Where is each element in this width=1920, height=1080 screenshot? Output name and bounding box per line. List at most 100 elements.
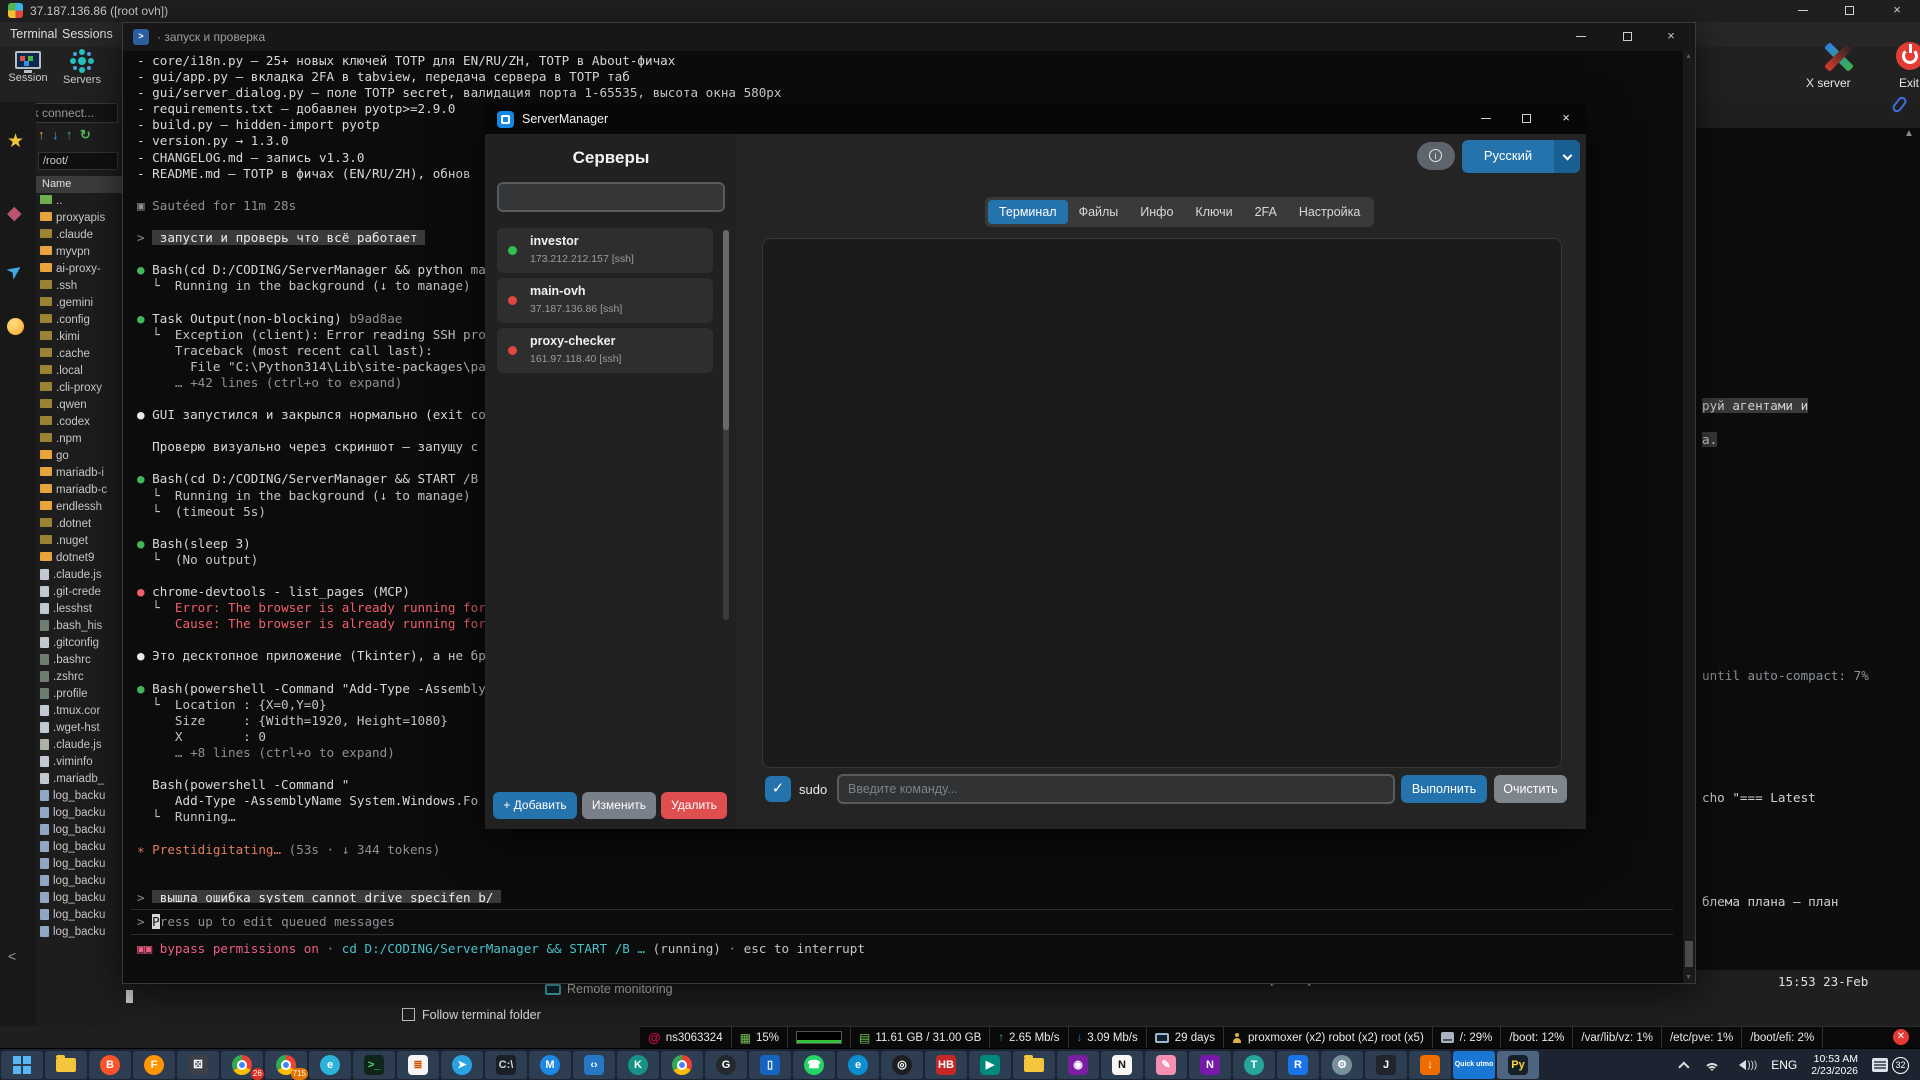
moba-restore-button[interactable]	[1832, 0, 1866, 22]
downloads-app[interactable]: ↓	[1409, 1051, 1451, 1079]
github-desktop[interactable]: G	[705, 1051, 747, 1079]
terminal-app[interactable]: >_	[353, 1051, 395, 1079]
sm-close-button[interactable]: ×	[1546, 104, 1586, 134]
file-row[interactable]: log_backu	[36, 873, 122, 890]
file-row[interactable]: .cache	[36, 346, 122, 363]
tab-терминал[interactable]: Терминал	[988, 200, 1068, 224]
wifi-icon[interactable]	[1704, 1059, 1720, 1071]
file-row[interactable]: log_backu	[36, 805, 122, 822]
python-terminal[interactable]: Py	[1497, 1051, 1539, 1079]
language-dropdown[interactable]: Русский	[1462, 140, 1580, 173]
onenote[interactable]: N	[1189, 1051, 1231, 1079]
file-row[interactable]: endlessh	[36, 499, 122, 516]
office-app[interactable]: ≣	[397, 1051, 439, 1079]
file-row[interactable]: .npm	[36, 431, 122, 448]
yellow-ball-icon[interactable]	[7, 318, 24, 341]
file-row[interactable]: .viminfo	[36, 754, 122, 771]
terminal-input-line[interactable]: > Press up to edit queued messages	[137, 914, 395, 929]
phone-link[interactable]: ▯	[749, 1051, 791, 1079]
file-row[interactable]: myvpn	[36, 244, 122, 261]
menu-sessions[interactable]: Sessions	[62, 27, 113, 41]
taskbar-clock[interactable]: 10:53 AM2/23/2026	[1811, 1053, 1858, 1077]
firefox-browser[interactable]: F	[133, 1051, 175, 1079]
file-row[interactable]: .claude.js	[36, 567, 122, 584]
terminal-close-button[interactable]: ×	[1649, 23, 1693, 51]
edge-browser[interactable]: e	[309, 1051, 351, 1079]
rider-ide[interactable]: R	[1277, 1051, 1319, 1079]
vscode[interactable]: ‹›	[573, 1051, 615, 1079]
file-row[interactable]: .wget-hst	[36, 720, 122, 737]
run-command-button[interactable]: Выполнить	[1401, 775, 1487, 803]
file-row[interactable]: .mariadb_	[36, 771, 122, 788]
file-row[interactable]: .nuget	[36, 533, 122, 550]
quick-utmo[interactable]: Quick utmo	[1453, 1051, 1495, 1079]
telegram-plane-icon[interactable]: ➤	[2, 258, 28, 286]
terminal-output-panel[interactable]	[762, 238, 1562, 768]
file-row[interactable]: .codex	[36, 414, 122, 431]
media-folder[interactable]	[1013, 1051, 1055, 1079]
info-button[interactable]: i	[1417, 142, 1455, 170]
file-row[interactable]: .tmux.cor	[36, 703, 122, 720]
scroll-up-icon[interactable]: ▲	[1685, 53, 1692, 60]
moba-minimize-button[interactable]	[1786, 0, 1820, 22]
macro-icon[interactable]: ◆	[7, 202, 22, 225]
notifications-icon[interactable]: 32	[1872, 1057, 1909, 1074]
camera-app[interactable]: ◉	[1057, 1051, 1099, 1079]
file-row[interactable]: log_backu	[36, 856, 122, 873]
server-list-item[interactable]: main-ovh37.187.136.86 [ssh]	[497, 278, 713, 323]
server-search-input[interactable]	[497, 182, 725, 212]
file-row[interactable]: .bashrc	[36, 652, 122, 669]
scroll-down-icon[interactable]: ▼	[1685, 974, 1692, 981]
tab-файлы[interactable]: Файлы	[1068, 200, 1130, 224]
toolbar-session-button[interactable]: Session	[2, 51, 54, 84]
command-input[interactable]: Введите команду...	[837, 774, 1395, 804]
file-row[interactable]: .bash_his	[36, 618, 122, 635]
settings-app[interactable]: ⚙	[1321, 1051, 1363, 1079]
x-server-icon[interactable]	[1822, 42, 1856, 72]
whatsapp[interactable]: ☎	[793, 1051, 835, 1079]
dice-app[interactable]: ⚄	[177, 1051, 219, 1079]
file-row[interactable]: .gitconfig	[36, 635, 122, 652]
file-row[interactable]: .profile	[36, 686, 122, 703]
files-column-header[interactable]: Name	[36, 176, 122, 193]
file-row[interactable]: go	[36, 448, 122, 465]
telegram-app[interactable]: ➤	[441, 1051, 483, 1079]
sm-maximize-button[interactable]	[1506, 104, 1546, 134]
file-explorer[interactable]	[45, 1051, 87, 1079]
file-row[interactable]: ai-proxy-	[36, 261, 122, 278]
gitkraken[interactable]: K	[617, 1051, 659, 1079]
media-player[interactable]: ▶	[969, 1051, 1011, 1079]
file-row[interactable]: .qwen	[36, 397, 122, 414]
file-row[interactable]: .kimi	[36, 329, 122, 346]
file-row[interactable]: log_backu	[36, 907, 122, 924]
scrollbar-thumb[interactable]	[1685, 941, 1693, 967]
chat-app[interactable]: T	[1233, 1051, 1275, 1079]
download-icon[interactable]: ↓	[52, 127, 59, 142]
command-prompt[interactable]: C:\	[485, 1051, 527, 1079]
file-row[interactable]: .local	[36, 363, 122, 380]
edit-server-button[interactable]: Изменить	[582, 792, 656, 819]
file-row[interactable]: .git-crede	[36, 584, 122, 601]
favorites-star-icon[interactable]: ★	[7, 130, 24, 153]
bg-scroll-up-icon[interactable]: ▲	[1904, 128, 1914, 139]
delete-server-button[interactable]: Удалить	[661, 792, 727, 819]
file-row[interactable]: .cli-proxy	[36, 380, 122, 397]
file-row[interactable]: log_backu	[36, 890, 122, 907]
file-row[interactable]: log_backu	[36, 822, 122, 839]
file-row[interactable]: .claude.js	[36, 737, 122, 754]
file-row[interactable]: .zshrc	[36, 669, 122, 686]
notion[interactable]: N	[1101, 1051, 1143, 1079]
server-list-scrollbar[interactable]	[723, 230, 729, 620]
terminal-minimize-button[interactable]	[1559, 23, 1603, 51]
tray-chevron-icon[interactable]	[1682, 1061, 1690, 1069]
toolbar-servers-button[interactable]: Servers	[56, 51, 108, 86]
refresh-icon[interactable]: ↻	[80, 127, 91, 142]
folder-up-icon[interactable]: ↑	[38, 127, 45, 142]
exit-power-icon[interactable]	[1896, 42, 1920, 70]
sidebar-scroll-left[interactable]: <	[8, 948, 16, 964]
menu-terminal[interactable]: Terminal	[10, 27, 57, 41]
file-row[interactable]: log_backu	[36, 839, 122, 856]
file-row[interactable]: mariadb-i	[36, 465, 122, 482]
obs-studio[interactable]: ◎	[881, 1051, 923, 1079]
sm-minimize-button[interactable]	[1466, 104, 1506, 134]
